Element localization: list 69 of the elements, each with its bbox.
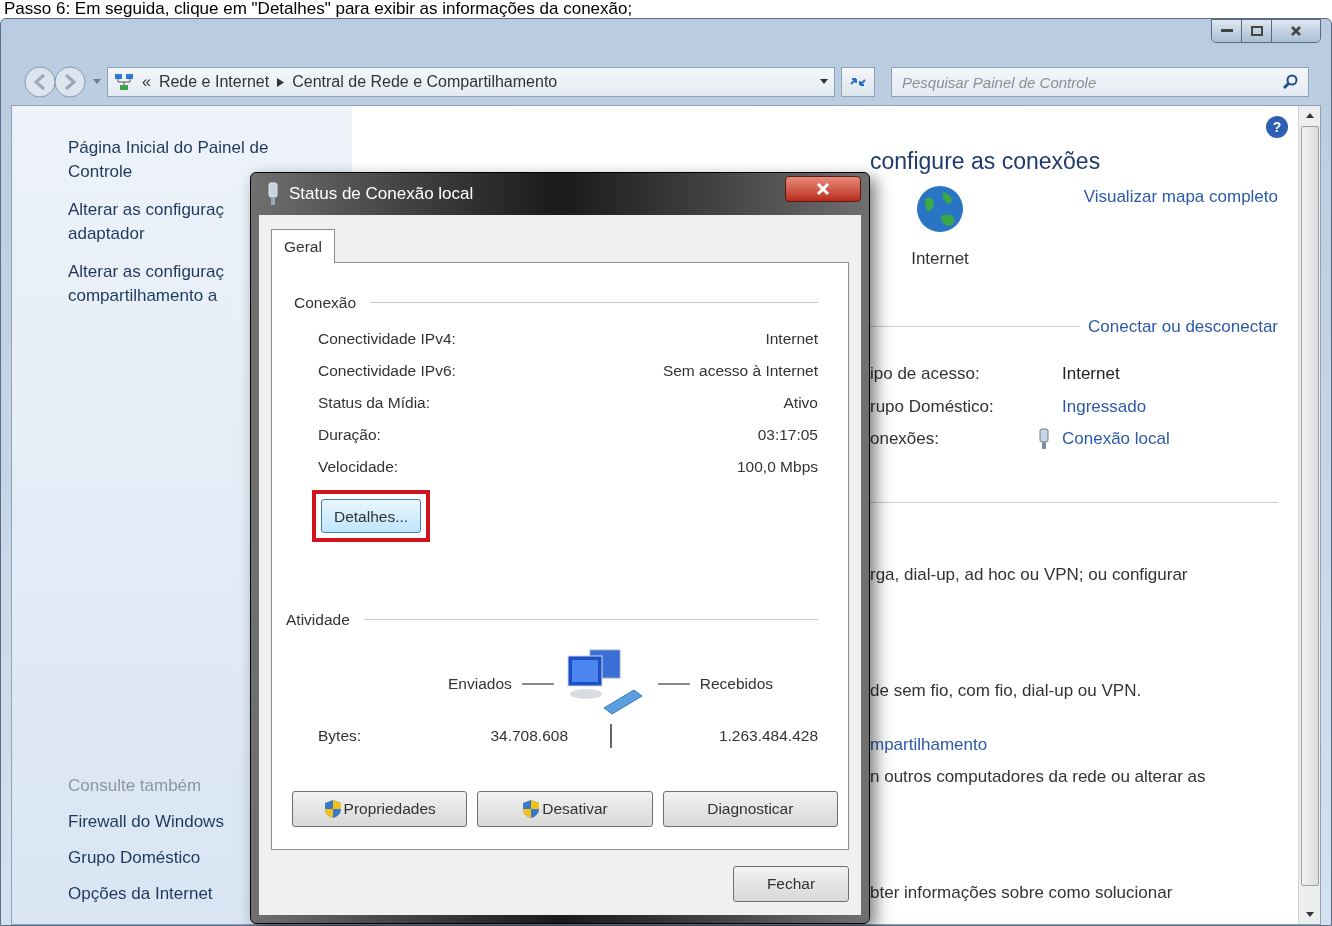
- details-button[interactable]: Detalhes...: [321, 499, 422, 534]
- close-icon: [816, 182, 830, 196]
- description-text: de sem fio, com fio, dial-up ou VPN.: [870, 679, 1143, 702]
- minimize-button[interactable]: [1212, 20, 1242, 42]
- status-value: 03:17:05: [757, 424, 818, 445]
- breadcrumb-overflow[interactable]: «: [142, 70, 151, 94]
- dialog-close-button[interactable]: [785, 176, 861, 202]
- status-label: Status da Mídia:: [318, 392, 430, 413]
- description-text: bter informações sobre como solucionar: [870, 881, 1174, 904]
- property-label: onexões:: [870, 428, 940, 450]
- maximize-button[interactable]: [1242, 20, 1272, 42]
- network-icon: [114, 73, 134, 91]
- sidebar-link[interactable]: Página Inicial do Painel de Controle: [68, 136, 352, 184]
- dialog-title: Status de Conexão local: [289, 183, 474, 206]
- received-label: Recebidos: [699, 673, 773, 694]
- refresh-icon: [849, 76, 867, 88]
- group-title: Atividade: [286, 610, 350, 631]
- address-field[interactable]: « Rede e Internet Central de Rede e Compartilhamento: [107, 67, 835, 97]
- close-dialog-button[interactable]: Fechar: [733, 866, 849, 902]
- breadcrumb[interactable]: Central de Rede e Compartilhamento: [292, 70, 558, 94]
- shield-icon: [323, 799, 342, 819]
- bytes-received: 1.263.484.428: [717, 725, 818, 746]
- connection-link[interactable]: Conexão local: [1062, 426, 1170, 452]
- page-heading: configure as conexões: [870, 147, 1102, 176]
- property-value: Internet: [1062, 363, 1120, 385]
- property-label: ipo de acesso:: [870, 363, 981, 385]
- connect-link[interactable]: Conectar ou desconectar: [1088, 313, 1278, 339]
- refresh-button[interactable]: [841, 67, 875, 97]
- group-title: Conexão: [294, 293, 357, 313]
- tab[interactable]: Geral: [271, 229, 335, 263]
- map-link[interactable]: Visualizar mapa completo: [1083, 184, 1278, 272]
- maximize-icon: [1250, 26, 1263, 36]
- dialog-button[interactable]: Diagnosticar: [662, 791, 838, 827]
- shield-icon: [522, 799, 541, 819]
- internet-label[interactable]: Internet: [911, 246, 969, 272]
- bytes-label: Bytes:: [318, 725, 363, 746]
- description-text: rga, dial-up, ad hoc ou VPN; ou configurar: [870, 563, 1189, 586]
- status-label: Conectividade IPv6:: [318, 360, 456, 381]
- help-button[interactable]: ?: [1266, 116, 1288, 138]
- status-label: Velocidade:: [318, 456, 399, 477]
- see-also-heading: Consulte também: [68, 775, 203, 797]
- status-value: Sem acesso à Internet: [662, 360, 818, 381]
- status-label: Duração:: [318, 424, 381, 445]
- breadcrumb[interactable]: Rede e Internet: [158, 70, 270, 94]
- task-link[interactable]: mpartilhamento: [870, 732, 1278, 757]
- minimize-icon: [1220, 29, 1233, 33]
- globe-icon[interactable]: [915, 184, 965, 234]
- description-text: n outros computadores da rede ou alterar as: [870, 765, 1207, 788]
- status-value: Ativo: [783, 392, 818, 413]
- close-button[interactable]: [1272, 20, 1320, 42]
- sent-label: Enviados: [448, 673, 512, 694]
- scrollbar[interactable]: [1298, 106, 1320, 924]
- plug-icon: [1038, 427, 1050, 450]
- status-value: Internet: [765, 328, 818, 349]
- search-icon[interactable]: [1283, 74, 1299, 90]
- chevron-icon[interactable]: [277, 77, 285, 87]
- plug-icon: [267, 182, 279, 206]
- scroll-thumb[interactable]: [1300, 126, 1319, 886]
- status-value: 100,0 Mbps: [737, 456, 818, 477]
- status-label: Conectividade IPv4:: [318, 328, 456, 349]
- close-icon: [1290, 25, 1302, 37]
- dialog-button[interactable]: Desativar: [477, 791, 653, 827]
- caret-icon[interactable]: [820, 79, 828, 85]
- property-label: rupo Doméstico:: [870, 395, 995, 418]
- bytes-sent: 34.708.608: [489, 725, 568, 746]
- dialog-button[interactable]: Propriedades: [292, 791, 468, 827]
- caption: Passo 6: Em seguida, clique em "Detalhes" para exibir as informações da conexão;: [3, 0, 634, 18]
- property-link[interactable]: Ingressado: [1062, 393, 1147, 419]
- search-field[interactable]: Pesquisar Painel de Controle: [891, 67, 1309, 97]
